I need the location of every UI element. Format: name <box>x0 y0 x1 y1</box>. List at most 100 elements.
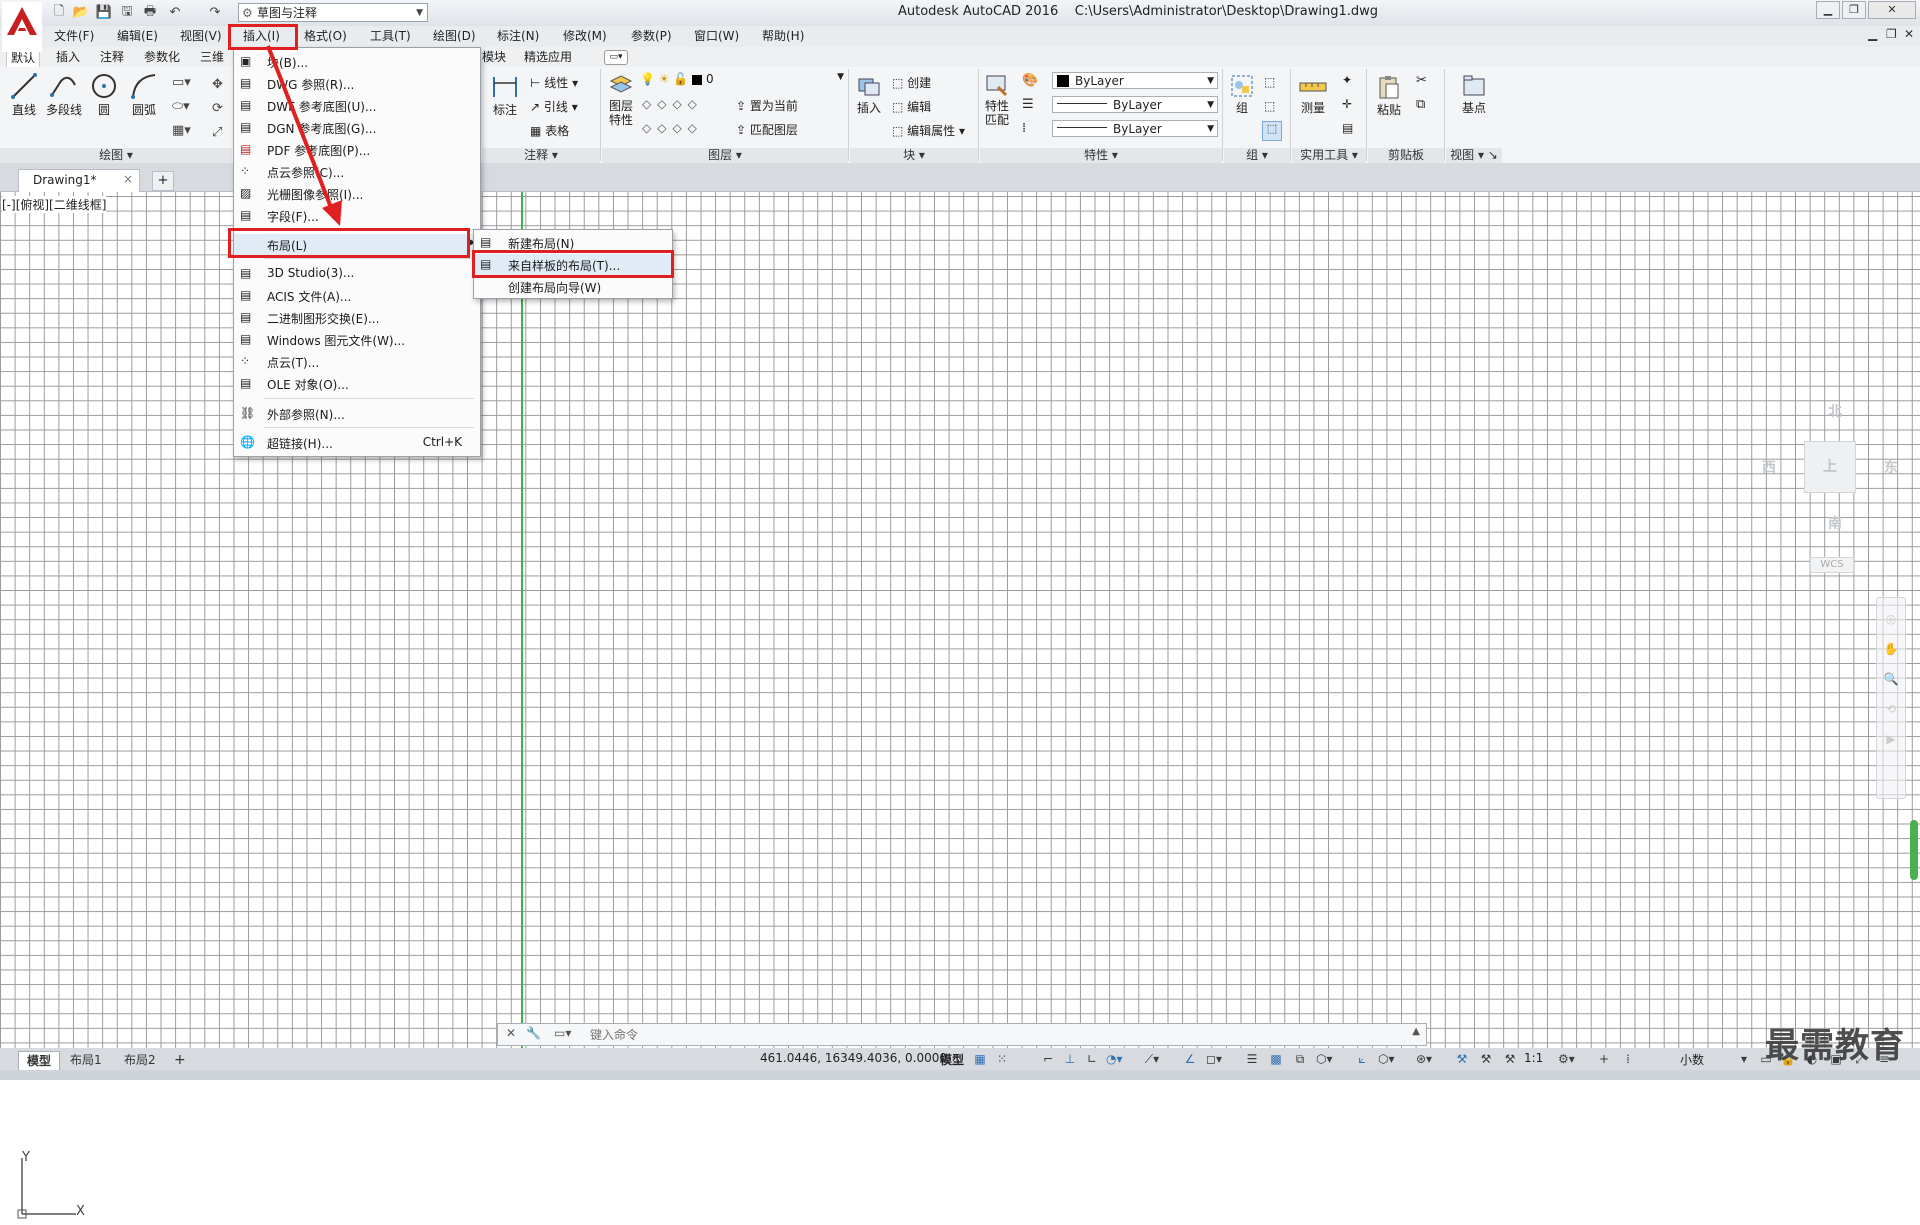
submenu-item-layout-wizard[interactable]: 创建布局向导(W) <box>474 276 672 298</box>
doc-restore-icon[interactable]: ❐ <box>1886 27 1897 41</box>
panel-view-title[interactable]: 视图 ▾ ↘ <box>1446 148 1502 163</box>
menu-window[interactable]: 窗口(W) <box>694 26 739 47</box>
point-icon[interactable]: ✛ <box>1342 97 1352 111</box>
scrollbar-thumb[interactable] <box>1910 820 1918 880</box>
tab-model[interactable]: 模型 <box>18 1051 61 1071</box>
save-icon[interactable]: 💾 <box>95 4 113 21</box>
chevron-down-icon[interactable]: ▾ <box>1736 1051 1752 1067</box>
coordinate-readout[interactable]: 461.0446, 16349.4036, 0.0000 <box>760 1051 947 1065</box>
3d-osnap-icon[interactable]: ⬡▾ <box>1316 1051 1333 1067</box>
color-dropdown[interactable]: ByLayer ▼ <box>1052 72 1218 89</box>
close-icon[interactable]: ✕ <box>506 1026 516 1040</box>
measure-tool[interactable]: 测量 <box>1296 73 1330 116</box>
model-space-toggle[interactable]: 模型 <box>940 1051 964 1068</box>
viewcube-west[interactable]: 西 <box>1762 457 1776 477</box>
group-selection-icon[interactable]: ⬚ <box>1262 121 1282 141</box>
panel-groups-title[interactable]: 组 ▾ <box>1224 148 1290 163</box>
steering-wheel-icon[interactable]: ◎ <box>1877 612 1905 626</box>
lineweight-display-icon[interactable]: ☰ <box>1244 1051 1260 1067</box>
workspace-switch-icon[interactable]: ⚙▾ <box>1558 1051 1575 1067</box>
doc-close-icon[interactable]: ✕ <box>1904 27 1914 41</box>
leader-button[interactable]: ↗ 引线 ▾ <box>530 98 578 115</box>
menu-parametric[interactable]: 参数(P) <box>631 26 672 47</box>
set-current-button[interactable]: ⇪ 置为当前 <box>736 97 798 114</box>
panel-annotation-title[interactable]: 注释 ▾ <box>482 148 600 163</box>
wcs-menu[interactable]: WCS <box>1810 557 1854 573</box>
ortho-icon[interactable]: ∟ <box>1084 1051 1100 1067</box>
menu-item-acis-file[interactable]: ▤ ACIS 文件(A)... <box>234 285 480 307</box>
panel-layers-title[interactable]: 图层 ▾ <box>602 148 848 163</box>
cut-icon[interactable]: ✂ <box>1416 73 1427 88</box>
grid-icon[interactable]: ▦ <box>972 1051 988 1067</box>
menu-view[interactable]: 视图(V) <box>180 26 222 47</box>
arc-tool[interactable]: 圆弧 <box>126 71 162 118</box>
minimize-button[interactable]: ▁ <box>1816 1 1840 19</box>
transparency-icon[interactable]: ▩ <box>1268 1051 1284 1067</box>
menu-help[interactable]: 帮助(H) <box>762 26 804 47</box>
menu-item-external-references[interactable]: ⛓ 外部参照(N)... <box>234 403 480 425</box>
menu-item-ole-object[interactable]: ▤ OLE 对象(O)... <box>234 373 480 395</box>
linetype-dropdown[interactable]: ByLayer ▼ <box>1052 96 1218 113</box>
app-menu-button[interactable] <box>2 2 42 52</box>
wrench-icon[interactable]: 🔧 <box>526 1026 541 1040</box>
viewcube-north[interactable]: 北 <box>1828 401 1842 421</box>
tab-insert[interactable]: 插入 <box>52 47 84 67</box>
color-wheel-icon[interactable]: 🎨 <box>1022 73 1038 88</box>
menu-file[interactable]: 文件(F) <box>54 26 94 47</box>
stretch-icon[interactable]: ⤢ <box>212 125 222 140</box>
infer-constraints-icon[interactable]: ⌐ <box>1040 1051 1056 1067</box>
auto-scale-icon[interactable]: ⚒ <box>1478 1051 1494 1067</box>
orbit-icon[interactable]: ⟲ <box>1877 702 1905 716</box>
snap-icon[interactable]: ⁙▾ <box>994 1051 1010 1082</box>
close-button[interactable]: ✕ <box>1868 1 1916 19</box>
maximize-button[interactable]: ❐ <box>1842 1 1866 19</box>
selection-cycling-icon[interactable]: ⧉ <box>1292 1051 1308 1067</box>
object-snap-tracking-icon[interactable]: ∠ <box>1182 1051 1198 1067</box>
circle-tool[interactable]: 圆 <box>88 71 120 118</box>
layer-tool-row-1[interactable]: ◇◇◇◇ <box>642 97 703 111</box>
annotation-monitor-icon[interactable]: + <box>1596 1051 1612 1067</box>
menu-dimension[interactable]: 标注(N) <box>497 26 539 47</box>
selection-filter-icon[interactable]: ⬡▾ <box>1378 1051 1395 1067</box>
workspace-dropdown[interactable]: ⚙ 草图与注释 ▼ <box>238 3 428 22</box>
redo-icon[interactable]: ↷ <box>206 4 224 21</box>
viewcube[interactable]: 北 西 东 南 上 WCS <box>1760 397 1910 577</box>
match-properties-tool[interactable]: 特性 匹配 <box>982 73 1012 127</box>
annotation-visibility-icon[interactable]: ⚒ <box>1454 1051 1470 1067</box>
linear-dim-button[interactable]: ⊢ 线性 ▾ <box>530 74 578 91</box>
tab-3d[interactable]: 三维 <box>196 47 228 67</box>
ribbon-toggle-icon[interactable]: ▭▾ <box>604 50 628 65</box>
tab-featured-apps[interactable]: 精选应用 <box>520 47 576 67</box>
paste-tool[interactable]: 粘贴 <box>1372 73 1406 118</box>
layer-dropdown[interactable]: 💡 ☀ 🔓 0 ▼ <box>640 72 844 89</box>
annotation-scale-value[interactable]: 1:1 <box>1524 1051 1543 1065</box>
line-tool[interactable]: 直线 <box>6 71 42 118</box>
new-file-icon[interactable]: 🗋 <box>50 4 68 21</box>
tab-annotate[interactable]: 注释 <box>96 47 128 67</box>
viewcube-south[interactable]: 南 <box>1828 513 1842 533</box>
layer-properties-tool[interactable]: 图层 特性 <box>604 73 638 127</box>
lineweight-dropdown[interactable]: ByLayer ▼ <box>1052 120 1218 137</box>
add-layout-icon[interactable]: + <box>170 1051 190 1069</box>
table-button[interactable]: ▦ 表格 <box>530 122 569 139</box>
chevron-up-icon[interactable]: ▲ <box>1412 1026 1420 1037</box>
group-edit-icon[interactable]: ⬚ <box>1264 99 1275 113</box>
menu-tools[interactable]: 工具(T) <box>370 26 411 47</box>
command-input[interactable] <box>588 1026 1292 1044</box>
rectangle-icon[interactable]: ▭▾ <box>172 75 191 90</box>
match-layer-button[interactable]: ⇪ 匹配图层 <box>736 121 798 138</box>
dimension-tool[interactable]: 标注 <box>490 73 520 118</box>
panel-properties-title[interactable]: 特性 ▾ <box>980 148 1222 163</box>
menu-item-hyperlink[interactable]: 🌐 超链接(H)... Ctrl+K <box>234 432 480 454</box>
quick-select-icon[interactable]: ✦ <box>1342 73 1352 87</box>
dynamic-ucs-icon[interactable]: ⟀ <box>1354 1051 1370 1067</box>
units-value[interactable]: 小数 <box>1680 1051 1704 1068</box>
tab-layout-1[interactable]: 布局1 <box>62 1051 110 1069</box>
menu-item-point-cloud[interactable]: ⁘ 点云(T)... <box>234 351 480 373</box>
boundary-icon[interactable]: ▦▾ <box>172 123 191 138</box>
annotation-scale-icon[interactable]: ⚒ <box>1502 1051 1518 1067</box>
panel-draw-title[interactable]: 绘图 ▾ <box>0 148 232 163</box>
move-icon[interactable]: ✥ <box>212 77 223 92</box>
rotate-icon[interactable]: ⟳ <box>212 101 223 116</box>
polyline-tool[interactable]: 多段线 <box>42 71 86 118</box>
